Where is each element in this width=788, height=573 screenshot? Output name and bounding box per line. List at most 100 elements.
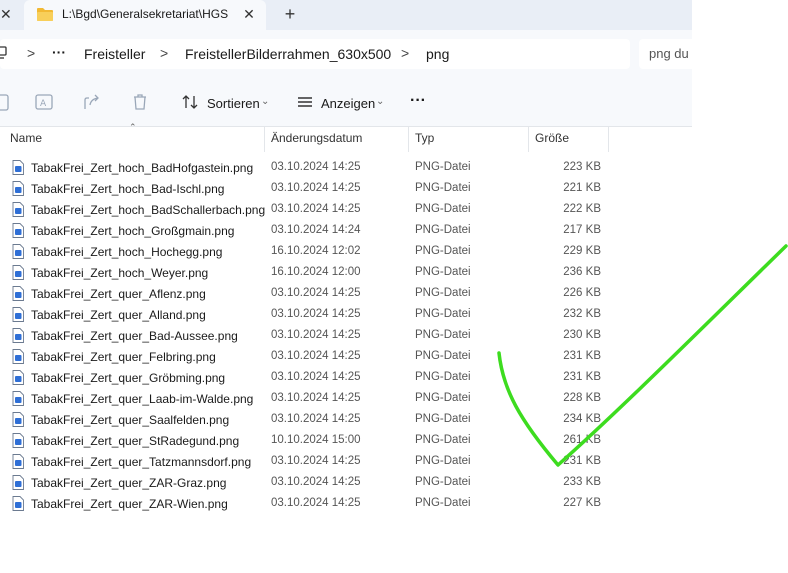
delete-icon[interactable] [130,92,150,112]
tab-close-button[interactable]: ✕ [240,5,258,23]
view-button[interactable]: Anzeigen [321,96,375,111]
file-type: PNG-Datei [415,203,471,215]
column-header-size[interactable]: Größe [535,131,569,145]
file-type: PNG-Datei [415,161,471,173]
column-divider[interactable] [264,126,265,152]
file-date: 10.10.2024 15:00 [271,434,361,446]
file-row[interactable]: TabakFrei_Zert_quer_Saalfelden.png 03.10.… [0,409,608,430]
breadcrumb-chevron-icon[interactable]: > [27,45,35,61]
computer-icon[interactable] [0,46,8,60]
file-size: 234 KB [563,413,601,425]
rename-icon[interactable]: A [34,92,54,112]
file-row[interactable]: TabakFrei_Zert_quer_Tatzmannsdorf.png 03.… [0,451,608,472]
png-file-icon [12,412,24,427]
file-date: 03.10.2024 14:25 [271,392,361,404]
sort-button[interactable]: Sortieren [207,96,260,111]
file-row[interactable]: TabakFrei_Zert_quer_Laab-im-Walde.png 03.… [0,388,608,409]
column-header-type[interactable]: Typ [415,131,434,145]
file-size: 228 KB [563,392,601,404]
file-name: TabakFrei_Zert_quer_Gröbming.png [31,371,226,385]
file-name: TabakFrei_Zert_hoch_BadHofgastein.png [31,161,254,175]
file-name: TabakFrei_Zert_hoch_Großgmain.png [31,224,235,238]
breadcrumb-item-freisteller[interactable]: Freisteller [84,46,145,62]
file-size: 227 KB [563,497,601,509]
png-file-icon [12,202,24,217]
file-row[interactable]: TabakFrei_Zert_quer_Felbring.png 03.10.20… [0,346,608,367]
file-date: 03.10.2024 14:25 [271,182,361,194]
file-type: PNG-Datei [415,287,471,299]
breadcrumb-chevron-icon[interactable]: > [160,45,168,61]
column-divider[interactable] [408,126,409,152]
png-file-icon [12,349,24,364]
file-type: PNG-Datei [415,434,471,446]
folder-icon [37,8,53,21]
file-size: 217 KB [563,224,601,236]
file-name: TabakFrei_Zert_hoch_Weyer.png [31,266,209,280]
breadcrumb-chevron-icon[interactable]: > [401,45,409,61]
file-row[interactable]: TabakFrei_Zert_quer_Bad-Aussee.png 03.10.… [0,325,608,346]
file-name: TabakFrei_Zert_quer_ZAR-Wien.png [31,497,228,511]
file-row[interactable]: TabakFrei_Zert_hoch_Weyer.png 16.10.2024 … [0,262,608,283]
breadcrumb-overflow-button[interactable]: ··· [52,44,66,60]
file-name: TabakFrei_Zert_hoch_BadSchallerbach.png [31,203,266,217]
file-name: TabakFrei_Zert_quer_Felbring.png [31,350,216,364]
file-size: 261 KB [563,434,601,446]
png-file-icon [12,370,24,385]
sort-icon[interactable] [181,92,201,112]
file-date: 03.10.2024 14:25 [271,476,361,488]
search-input[interactable]: png du [639,39,699,69]
png-file-icon [12,496,24,511]
png-file-icon [12,475,24,490]
share-icon[interactable] [82,92,102,112]
png-file-icon [12,328,24,343]
file-row[interactable]: TabakFrei_Zert_quer_Gröbming.png 03.10.20… [0,367,608,388]
svg-text:A: A [40,99,47,109]
png-file-icon [12,265,24,280]
file-name: TabakFrei_Zert_quer_Saalfelden.png [31,413,230,427]
file-size: 231 KB [563,350,601,362]
more-options-button[interactable]: ··· [410,92,426,110]
file-size: 233 KB [563,476,601,488]
file-name: TabakFrei_Zert_quer_Bad-Aussee.png [31,329,238,343]
file-row[interactable]: TabakFrei_Zert_quer_Aflenz.png 03.10.2024… [0,283,608,304]
breadcrumb-item-bilderrahmen[interactable]: FreistellerBilderrahmen_630x500 [185,46,391,62]
close-prev-tab-button[interactable]: ✕ [0,5,14,23]
file-row[interactable]: TabakFrei_Zert_hoch_Hochegg.png 16.10.202… [0,241,608,262]
file-date: 03.10.2024 14:25 [271,413,361,425]
png-file-icon [12,307,24,322]
file-date: 03.10.2024 14:24 [271,224,361,236]
file-row[interactable]: TabakFrei_Zert_hoch_Bad-Ischl.png 03.10.2… [0,178,608,199]
file-row[interactable]: TabakFrei_Zert_hoch_BadSchallerbach.png 0… [0,199,608,220]
file-date: 16.10.2024 12:00 [271,266,361,278]
sort-ascending-icon: ⌃ [129,122,137,132]
new-tab-button[interactable]: + [280,3,300,25]
tab-active[interactable]: L:\Bgd\Generalsekretariat\HGS ✕ [24,0,266,30]
breadcrumb-item-png[interactable]: png [426,46,449,62]
view-icon[interactable] [295,92,315,112]
file-row[interactable]: TabakFrei_Zert_quer_ZAR-Graz.png 03.10.20… [0,472,608,493]
file-row[interactable]: TabakFrei_Zert_quer_StRadegund.png 10.10.… [0,430,608,451]
file-type: PNG-Datei [415,497,471,509]
file-size: 231 KB [563,455,601,467]
file-row[interactable]: TabakFrei_Zert_hoch_Großgmain.png 03.10.2… [0,220,608,241]
file-type: PNG-Datei [415,266,471,278]
column-divider[interactable] [608,126,609,152]
file-type: PNG-Datei [415,455,471,467]
paste-icon[interactable] [0,92,12,112]
file-type: PNG-Datei [415,224,471,236]
file-row[interactable]: TabakFrei_Zert_quer_Alland.png 03.10.2024… [0,304,608,325]
file-name: TabakFrei_Zert_quer_Aflenz.png [31,287,206,301]
view-chevron-down-icon[interactable]: ⌄ [376,96,384,107]
file-date: 03.10.2024 14:25 [271,308,361,320]
file-size: 230 KB [563,329,601,341]
column-header-date[interactable]: Änderungsdatum [271,131,362,145]
sort-chevron-down-icon[interactable]: ⌄ [261,96,269,107]
png-file-icon [12,391,24,406]
column-divider[interactable] [528,126,529,152]
file-name: TabakFrei_Zert_quer_Laab-im-Walde.png [31,392,254,406]
column-header-name[interactable]: Name [10,131,42,145]
file-row[interactable]: TabakFrei_Zert_hoch_BadHofgastein.png 03.… [0,157,608,178]
file-name: TabakFrei_Zert_hoch_Bad-Ischl.png [31,182,225,196]
file-date: 03.10.2024 14:25 [271,287,361,299]
file-row[interactable]: TabakFrei_Zert_quer_ZAR-Wien.png 03.10.20… [0,493,608,514]
